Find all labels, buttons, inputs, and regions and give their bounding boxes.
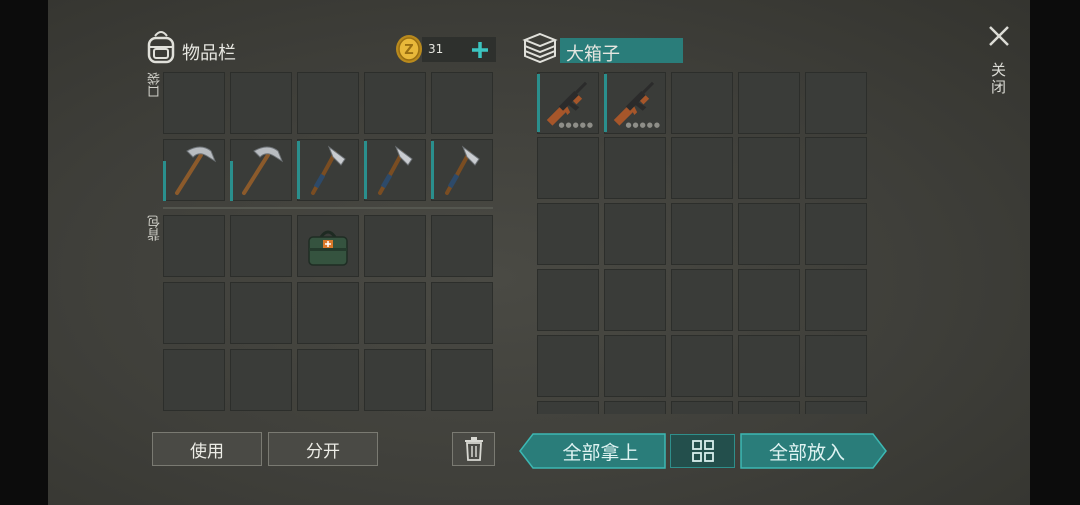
box-slot[interactable]: [537, 203, 599, 265]
backpack-slot[interactable]: [297, 282, 359, 344]
hatchet-icon: [378, 145, 413, 195]
box-slot[interactable]: [604, 203, 666, 265]
backpack-slot[interactable]: [364, 349, 426, 411]
pocket-slot[interactable]: [297, 72, 359, 134]
box-slot[interactable]: [537, 137, 599, 199]
backpack-slot[interactable]: [431, 215, 493, 277]
container-title: 大箱子: [566, 44, 620, 65]
backpack-label: 背包: [148, 215, 163, 241]
box-slot[interactable]: [604, 335, 666, 397]
backpack-slot[interactable]: [431, 349, 493, 411]
box-slot[interactable]: [805, 203, 867, 265]
box-slot[interactable]: [604, 269, 666, 331]
box-slot[interactable]: [805, 401, 867, 414]
coin-count: 31: [428, 42, 444, 56]
pickaxe-icon: [242, 146, 284, 195]
box-slot[interactable]: [738, 269, 800, 331]
box-slot[interactable]: [671, 137, 733, 199]
close-x-icon[interactable]: [987, 24, 1011, 48]
box-slot[interactable]: [738, 401, 800, 414]
backpack-slot[interactable]: [230, 215, 292, 277]
backpack-slot[interactable]: [297, 215, 359, 277]
screen: 物品栏 Z 31 大箱子 关闭 口袋 背包 ●●●●● ●●●●● 使用 分开 …: [0, 0, 1080, 505]
pocket-slot[interactable]: [230, 72, 292, 134]
box-slot[interactable]: [805, 72, 867, 134]
box-slot[interactable]: [537, 335, 599, 397]
backpack-slot[interactable]: [297, 349, 359, 411]
backpack-icon: [147, 31, 175, 64]
box-slot[interactable]: [805, 137, 867, 199]
backpack-slot[interactable]: [163, 282, 225, 344]
box-slot[interactable]: [671, 335, 733, 397]
box-slot[interactable]: [805, 335, 867, 397]
delete-button[interactable]: [452, 432, 495, 466]
take-all-button[interactable]: 全部拿上: [538, 434, 663, 468]
sort-grid-icon: [691, 440, 714, 462]
close-label[interactable]: 关闭: [991, 62, 1007, 96]
box-slot[interactable]: [738, 72, 800, 134]
pocket-slot[interactable]: [163, 139, 225, 201]
pocket-slot[interactable]: [230, 139, 292, 201]
section-divider: [163, 207, 493, 209]
durability-dots: ●●●●●: [625, 121, 661, 129]
backpack-slot[interactable]: [230, 349, 292, 411]
backpack-slot[interactable]: [431, 282, 493, 344]
pickaxe-icon: [175, 146, 217, 195]
box-slot[interactable]: [738, 137, 800, 199]
inventory-panel: 物品栏 Z 31 大箱子 关闭 口袋 背包 ●●●●● ●●●●● 使用 分开 …: [48, 0, 1030, 505]
box-slot[interactable]: ●●●●●: [604, 72, 666, 134]
pocket-slot[interactable]: [364, 72, 426, 134]
pocket-slot[interactable]: [431, 72, 493, 134]
inventory-title: 物品栏: [182, 43, 236, 64]
box-slot[interactable]: [537, 401, 599, 414]
backpack-slot[interactable]: [163, 215, 225, 277]
storage-box-icon: [522, 32, 558, 64]
backpack-slot[interactable]: [230, 282, 292, 344]
box-slot[interactable]: [604, 401, 666, 414]
durability-dots: ●●●●●: [558, 121, 594, 129]
backpack-slot[interactable]: [163, 349, 225, 411]
split-button[interactable]: 分开: [268, 432, 378, 466]
box-slot[interactable]: [738, 203, 800, 265]
box-slot[interactable]: ●●●●●: [537, 72, 599, 134]
hatchet-icon: [311, 145, 346, 195]
backpack-slot[interactable]: [364, 282, 426, 344]
pocket-label: 口袋: [148, 72, 163, 98]
plus-icon[interactable]: [470, 40, 490, 60]
use-button[interactable]: 使用: [152, 432, 262, 466]
box-slot[interactable]: [671, 269, 733, 331]
trash-icon: [464, 437, 483, 461]
pocket-slot[interactable]: [364, 139, 426, 201]
box-slot[interactable]: [537, 269, 599, 331]
box-slot[interactable]: [671, 203, 733, 265]
svg-text:Z: Z: [404, 43, 413, 58]
box-slot[interactable]: [604, 137, 666, 199]
box-slot[interactable]: [671, 401, 733, 414]
box-grid: ●●●●● ●●●●●: [537, 72, 867, 414]
pocket-slot[interactable]: [297, 139, 359, 201]
put-all-button[interactable]: 全部放入: [742, 434, 872, 468]
gold-coin-icon: Z: [396, 35, 422, 63]
backpack-slot[interactable]: [364, 215, 426, 277]
box-slot[interactable]: [738, 335, 800, 397]
pocket-slot[interactable]: [163, 72, 225, 134]
box-slot[interactable]: [671, 72, 733, 134]
sort-button[interactable]: [670, 434, 735, 468]
box-slot[interactable]: [805, 269, 867, 331]
first-aid-kit-icon: [308, 230, 348, 266]
hatchet-icon: [445, 145, 480, 195]
pocket-slot[interactable]: [431, 139, 493, 201]
